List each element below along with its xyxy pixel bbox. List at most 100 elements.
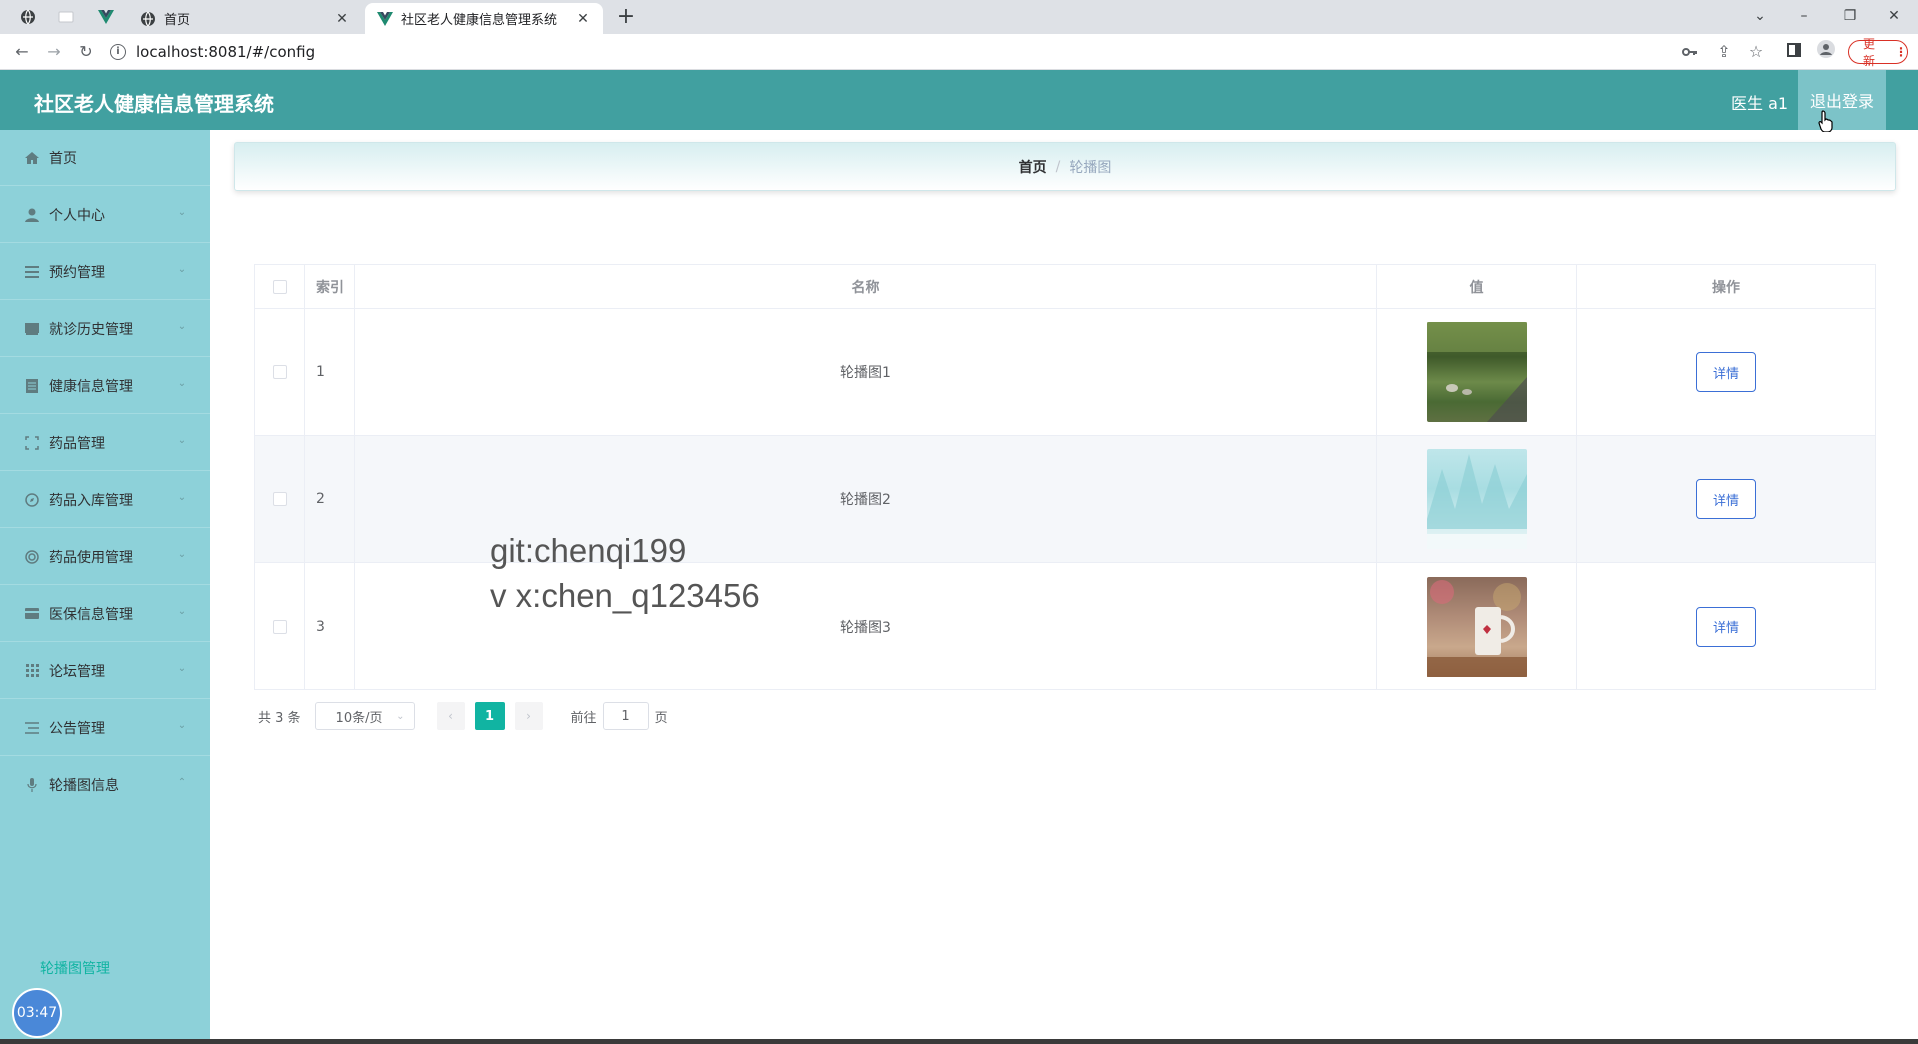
timer-badge: 03:47 <box>12 988 62 1038</box>
index-cell: 1 <box>305 309 355 435</box>
sidebar-item-label: 医保信息管理 <box>49 606 133 623</box>
update-button[interactable]: 更新 ⋮ <box>1848 37 1908 68</box>
detail-button[interactable]: 详情 <box>1696 352 1756 392</box>
sidebar-subitem-carousel-management[interactable]: 轮播图管理 <box>0 943 210 993</box>
star-icon[interactable]: ☆ <box>1744 40 1768 64</box>
back-icon[interactable]: ← <box>10 40 34 64</box>
detail-button[interactable]: 详情 <box>1696 606 1756 647</box>
sidebar-item-personal-center[interactable]: 个人中心 ⌄ <box>0 187 210 243</box>
address-bar[interactable]: i localhost:8081/#/config <box>110 38 315 66</box>
taskbar-edge <box>0 1039 1918 1044</box>
value-cell <box>1377 563 1577 690</box>
sidebar-item-label: 健康信息管理 <box>49 378 133 395</box>
browser-toolbar: ← → ↻ i localhost:8081/#/config ⇪ ☆ 更新 ⋮ <box>0 34 1918 70</box>
key-icon[interactable] <box>1678 40 1702 64</box>
pagination: 共 3 条 10条/页 ⌄ ‹ 1 › 前往 1 页 <box>258 702 668 730</box>
home-icon <box>24 150 40 166</box>
value-cell <box>1377 436 1577 562</box>
sidebar-item-label: 就诊历史管理 <box>49 321 133 338</box>
next-page-button[interactable]: › <box>514 702 543 730</box>
update-label: 更新 <box>1863 37 1876 68</box>
app-title: 社区老人健康信息管理系统 <box>34 92 274 116</box>
header-index: 索引 <box>305 265 355 308</box>
prev-page-button[interactable]: ‹ <box>436 702 465 730</box>
info-icon[interactable]: i <box>110 44 126 60</box>
chevron-down-icon: ⌄ <box>177 492 187 503</box>
pinned-tab-vue-icon[interactable] <box>94 5 118 29</box>
row-checkbox[interactable] <box>272 492 287 506</box>
forward-icon[interactable]: → <box>42 40 66 64</box>
microphone-icon <box>24 777 40 793</box>
row-checkbox[interactable] <box>272 365 287 379</box>
hand-cursor-icon <box>1818 110 1834 133</box>
tab-title: 社区老人健康信息管理系统 <box>401 13 558 28</box>
chevron-down-icon: ⌄ <box>177 321 187 332</box>
reload-icon[interactable]: ↻ <box>74 40 98 64</box>
watermark-line: git:chenqi199 <box>490 532 687 569</box>
action-cell: 详情 <box>1577 309 1875 435</box>
sidebar: 首页 个人中心 ⌄ 预约管理 ⌄ 就诊历史管理 ⌄ 健康信息管理 ⌄ 药品管理 … <box>0 130 210 1044</box>
sidebar-item-label: 轮播图信息 <box>49 778 119 794</box>
chevron-down-icon: ⌄ <box>177 264 187 275</box>
tab-system[interactable]: 社区老人健康信息管理系统 ✕ <box>365 3 603 34</box>
sidebar-item-home[interactable]: 首页 <box>0 130 210 186</box>
page-size-select[interactable]: 10条/页 ⌄ <box>314 702 415 730</box>
profile-icon[interactable] <box>1814 40 1838 64</box>
header-value: 值 <box>1377 265 1577 308</box>
tab-search-icon[interactable]: ⌄ <box>1748 4 1772 28</box>
chevron-down-icon: ⌄ <box>396 710 405 722</box>
more-icon: ⋮ <box>1895 45 1907 59</box>
minimize-icon[interactable]: – <box>1792 4 1816 28</box>
app-header: 社区老人健康信息管理系统 医生 a1 退出登录 <box>0 70 1918 130</box>
compass-icon <box>24 492 40 508</box>
logout-button[interactable]: 退出登录 <box>1798 70 1886 130</box>
sidebar-item-forum[interactable]: 论坛管理 ⌄ <box>0 643 210 699</box>
detail-button[interactable]: 详情 <box>1696 479 1756 519</box>
sidebar-item-medicine[interactable]: 药品管理 ⌄ <box>0 415 210 471</box>
url-text: localhost:8081/#/config <box>136 43 316 61</box>
sidebar-item-label: 药品入库管理 <box>49 492 133 509</box>
sidebar-item-label: 药品管理 <box>49 435 105 452</box>
watermark: git:chenqi199 v x:chen_q123456 <box>490 528 760 618</box>
checkbox-cell <box>255 563 305 690</box>
sidebar-item-carousel-info[interactable]: 轮播图信息 ⌃ <box>0 757 210 813</box>
sidebar-item-appointments[interactable]: 预约管理 ⌄ <box>0 244 210 300</box>
sidebar-item-visit-history[interactable]: 就诊历史管理 ⌄ <box>0 301 210 357</box>
sidepanel-icon[interactable] <box>1782 40 1806 64</box>
page-number-active[interactable]: 1 <box>474 702 505 730</box>
target-icon <box>24 549 40 565</box>
close-window-icon[interactable]: ✕ <box>1882 4 1906 28</box>
breadcrumb-home[interactable]: 首页 <box>1019 157 1047 177</box>
sidebar-item-medicine-stock-in[interactable]: 药品入库管理 ⌄ <box>0 472 210 528</box>
grid-icon <box>24 663 40 679</box>
page-suffix: 页 <box>654 710 668 726</box>
goto-page-input[interactable]: 1 <box>602 702 649 730</box>
close-icon[interactable]: ✕ <box>575 11 591 27</box>
breadcrumb-separator: / <box>1055 158 1061 175</box>
select-all-checkbox[interactable] <box>272 279 287 294</box>
pinned-tab-blank-icon[interactable] <box>54 5 78 29</box>
new-tab-button[interactable]: + <box>614 6 638 30</box>
sidebar-item-label: 论坛管理 <box>49 663 105 680</box>
pagination-total: 共 3 条 <box>258 710 301 726</box>
sidebar-item-medicine-usage[interactable]: 药品使用管理 ⌄ <box>0 529 210 585</box>
frame-icon <box>24 435 40 451</box>
close-icon[interactable]: ✕ <box>334 11 350 27</box>
restore-icon[interactable]: ❐ <box>1838 4 1862 28</box>
name-cell: 轮播图1 <box>355 309 1377 435</box>
vue-icon <box>377 11 393 27</box>
sidebar-item-insurance[interactable]: 医保信息管理 ⌄ <box>0 586 210 642</box>
chevron-down-icon: ⌄ <box>177 549 187 560</box>
tab-home[interactable]: 首页 ✕ <box>128 3 362 34</box>
share-icon[interactable]: ⇪ <box>1712 40 1736 64</box>
sidebar-item-health-info[interactable]: 健康信息管理 ⌄ <box>0 358 210 414</box>
table-row: 1 轮播图1 详情 <box>255 309 1875 436</box>
row-checkbox[interactable] <box>272 619 287 634</box>
action-cell: 详情 <box>1577 563 1875 690</box>
sidebar-item-label: 首页 <box>49 150 77 167</box>
checkbox-cell <box>255 436 305 562</box>
card-icon <box>24 606 40 622</box>
sidebar-item-announcements[interactable]: 公告管理 ⌄ <box>0 700 210 756</box>
pinned-tab-globe-icon[interactable] <box>16 5 40 29</box>
globe-icon <box>140 11 156 27</box>
